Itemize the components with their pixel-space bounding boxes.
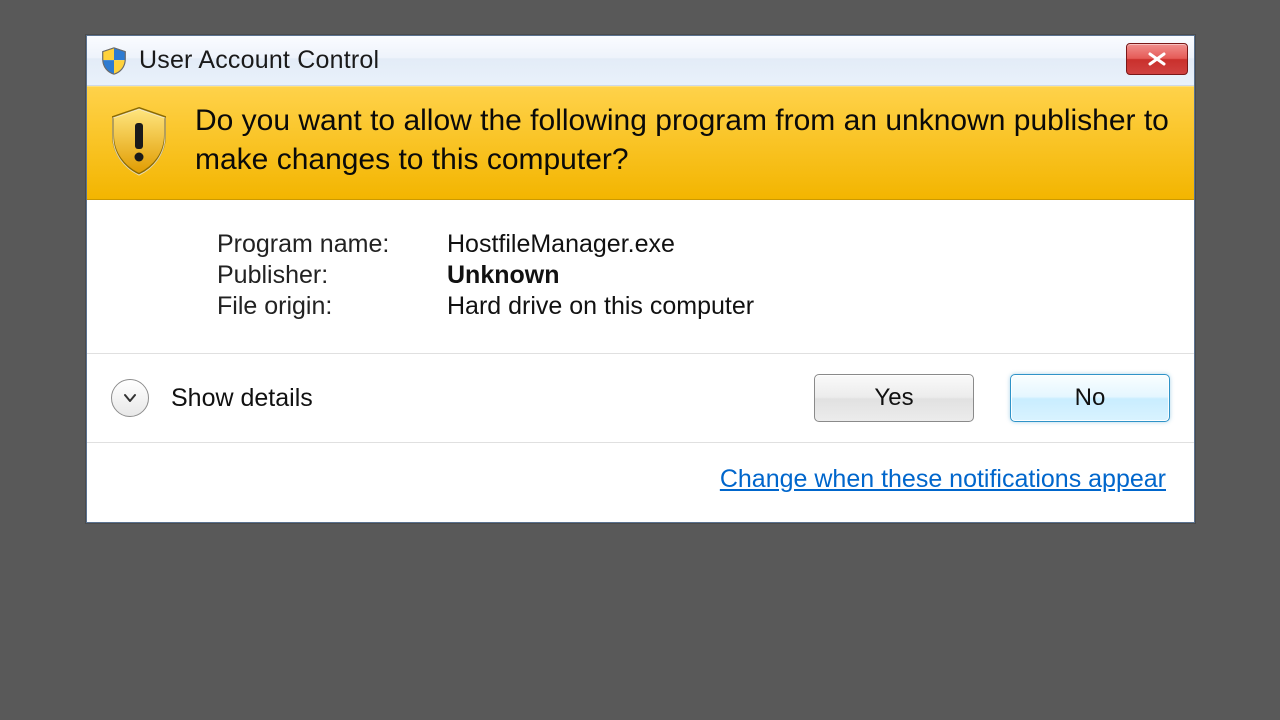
window-title: User Account Control xyxy=(139,46,1126,75)
change-notifications-link[interactable]: Change when these notifications appear xyxy=(720,465,1166,494)
show-details-toggle[interactable] xyxy=(111,379,149,417)
no-button[interactable]: No xyxy=(1010,374,1170,422)
program-details: Program name: HostfileManager.exe Publis… xyxy=(87,200,1194,353)
file-origin-value: Hard drive on this computer xyxy=(447,292,754,321)
action-row: Show details Yes No xyxy=(87,353,1194,442)
show-details-label[interactable]: Show details xyxy=(171,384,802,413)
publisher-row: Publisher: Unknown xyxy=(217,261,1174,290)
program-name-label: Program name: xyxy=(217,230,447,259)
file-origin-label: File origin: xyxy=(217,292,447,321)
close-icon xyxy=(1147,52,1167,66)
warning-shield-icon xyxy=(107,105,171,175)
yes-button[interactable]: Yes xyxy=(814,374,974,422)
uac-question-text: Do you want to allow the following progr… xyxy=(195,101,1174,179)
chevron-down-icon xyxy=(122,390,138,406)
program-name-row: Program name: HostfileManager.exe xyxy=(217,230,1174,259)
uac-dialog: User Account Control Do you xyxy=(86,35,1195,523)
close-button[interactable] xyxy=(1126,43,1188,75)
uac-shield-icon xyxy=(99,46,129,76)
warning-banner: Do you want to allow the following progr… xyxy=(87,86,1194,200)
program-name-value: HostfileManager.exe xyxy=(447,230,675,259)
title-bar: User Account Control xyxy=(87,36,1194,86)
footer: Change when these notifications appear xyxy=(87,442,1194,522)
publisher-value: Unknown xyxy=(447,261,560,290)
file-origin-row: File origin: Hard drive on this computer xyxy=(217,292,1174,321)
publisher-label: Publisher: xyxy=(217,261,447,290)
